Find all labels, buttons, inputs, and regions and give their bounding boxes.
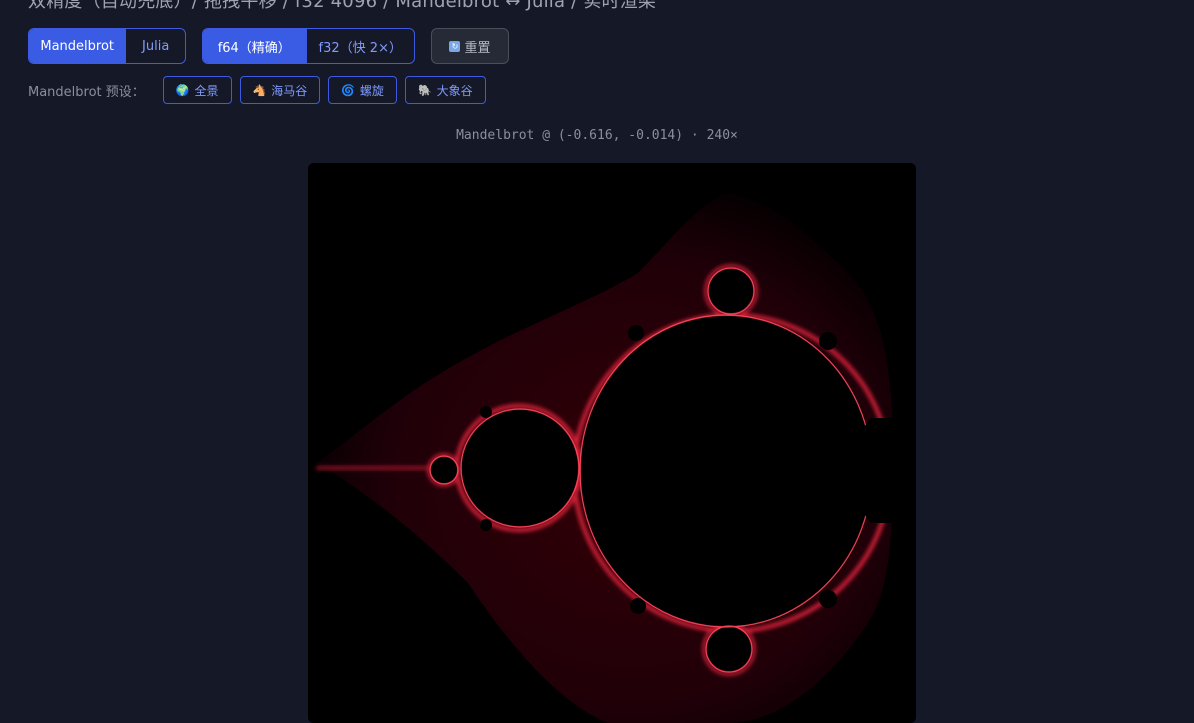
preset-spiral-button[interactable]: 🌀 螺旋: [328, 76, 397, 104]
preset-bar: Mandelbrot 预设： 🌍 全景 🐴 海马谷 🌀 螺旋 🐘 大象谷: [28, 76, 494, 104]
refresh-icon: ↻: [449, 40, 461, 52]
elephant-icon: 🐘: [417, 83, 432, 97]
mandelbrot-render: [308, 163, 916, 723]
globe-icon: 🌍: [175, 83, 190, 97]
preset-overview-button[interactable]: 🌍 全景: [162, 76, 232, 104]
precision-toggle: f64（精确） f32（快 2×）: [202, 28, 415, 64]
preset-seahorse-label: 海马谷: [271, 83, 308, 98]
page-caption: 双精度（自动兜底）/ 拖拽平移 / f32 4096 / Mandelbrot …: [28, 0, 657, 12]
reset-button[interactable]: ↻ 重置: [431, 28, 509, 64]
preset-spiral-label: 螺旋: [359, 83, 384, 98]
preset-overview-label: 全景: [194, 83, 219, 98]
preset-seahorse-button[interactable]: 🐴 海马谷: [239, 76, 321, 104]
fractal-type-toggle: Mandelbrot Julia: [28, 28, 186, 64]
preset-elephant-button[interactable]: 🐘 大象谷: [404, 76, 486, 104]
preset-elephant-label: 大象谷: [436, 83, 473, 98]
f32-button[interactable]: f32（快 2×）: [305, 29, 414, 63]
f64-button[interactable]: f64（精确）: [203, 29, 306, 63]
fractal-canvas[interactable]: [308, 163, 916, 723]
preset-label: Mandelbrot 预设：: [28, 84, 145, 100]
reset-label: 重置: [464, 40, 491, 56]
toolbar: Mandelbrot Julia f64（精确） f32（快 2×） ↻ 重置: [28, 28, 509, 64]
julia-button[interactable]: Julia: [125, 29, 185, 63]
seahorse-icon: 🐴: [252, 83, 267, 97]
spiral-icon: 🌀: [341, 83, 355, 97]
mandelbrot-button[interactable]: Mandelbrot: [29, 29, 126, 63]
view-readout: Mandelbrot @ (-0.616, -0.014) · 240×: [456, 128, 738, 143]
